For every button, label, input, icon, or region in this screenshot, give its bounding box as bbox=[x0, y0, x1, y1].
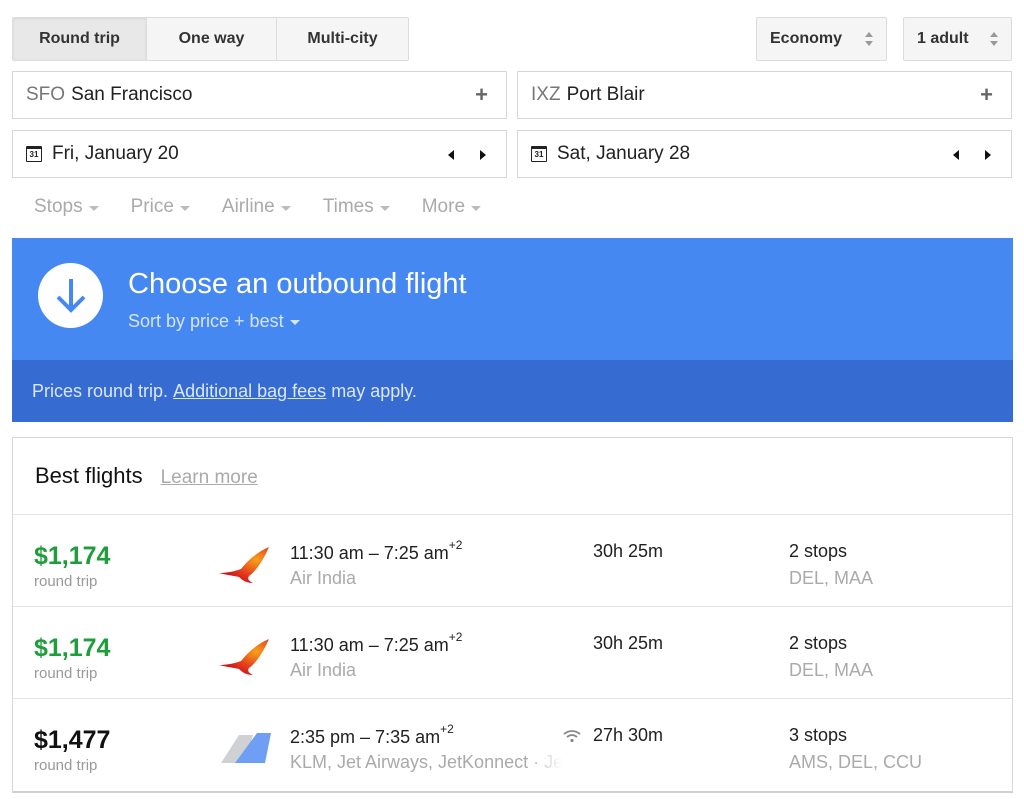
outbound-banner: Choose an outbound flight Sort by price … bbox=[12, 238, 1013, 422]
flight-duration: 30h 25m bbox=[593, 541, 664, 561]
flight-stops: 3 stops bbox=[789, 725, 848, 745]
caret-down-icon bbox=[471, 205, 482, 211]
flight-row[interactable]: $1,174 round trip 11:30 am – 7:25 am+2 A… bbox=[13, 515, 1012, 607]
flight-stops: 2 stops bbox=[789, 633, 848, 653]
day-offset: +2 bbox=[448, 538, 463, 552]
trip-type-multi-city[interactable]: Multi-city bbox=[277, 18, 408, 60]
plus-icon[interactable]: + bbox=[475, 82, 488, 108]
departure-date-value: Fri, January 20 bbox=[52, 143, 179, 164]
price-note-prefix: Prices round trip. bbox=[32, 380, 174, 401]
passengers-value: 1 adult bbox=[917, 30, 969, 47]
trip-type-selector: Round trip One way Multi-city bbox=[12, 17, 409, 61]
caret-down-icon bbox=[179, 205, 190, 211]
stop-airports: DEL, MAA bbox=[789, 660, 874, 680]
airline-overflow: · Je bbox=[528, 752, 564, 772]
caret-down-icon bbox=[88, 205, 99, 211]
destination-city: Port Blair bbox=[566, 84, 645, 105]
flight-price-label: round trip bbox=[34, 573, 98, 590]
day-offset: +2 bbox=[440, 722, 454, 736]
flight-times: 11:30 am – 7:25 am+2 bbox=[290, 630, 463, 656]
filter-label: More bbox=[421, 196, 466, 217]
filter-price[interactable]: Price bbox=[131, 196, 190, 218]
multi-airline-logo-icon bbox=[221, 733, 271, 763]
origin-city: San Francisco bbox=[71, 84, 193, 105]
caret-down-icon bbox=[289, 320, 300, 325]
passengers-select[interactable]: 1 adult bbox=[903, 17, 1012, 61]
filter-bar: Stops Price Airline Times More bbox=[34, 196, 513, 218]
return-date-field[interactable]: 31 Sat, January 28 bbox=[517, 130, 1012, 178]
previous-date-arrow-icon[interactable] bbox=[448, 150, 454, 160]
flight-price: $1,174 bbox=[34, 542, 111, 570]
origin-field[interactable]: SFO San Francisco + bbox=[12, 71, 507, 119]
flight-times: 2:35 pm – 7:35 am+2 bbox=[290, 722, 454, 748]
results-title: Best flights bbox=[35, 463, 143, 488]
airline-name: Air India bbox=[290, 568, 357, 588]
destination-code: IXZ bbox=[531, 84, 561, 105]
wifi-icon bbox=[563, 730, 581, 743]
cabin-class-value: Economy bbox=[770, 30, 843, 47]
times-text: 11:30 am – 7:25 am bbox=[290, 543, 449, 563]
previous-date-arrow-icon[interactable] bbox=[953, 150, 959, 160]
learn-more-link[interactable]: Learn more bbox=[161, 467, 258, 489]
stop-airports: DEL, MAA bbox=[789, 568, 874, 588]
price-note-suffix: may apply. bbox=[326, 380, 417, 401]
air-india-logo-icon bbox=[219, 547, 269, 583]
calendar-icon: 31 bbox=[26, 146, 42, 162]
day-offset: +2 bbox=[448, 630, 463, 644]
banner-title: Choose an outbound flight bbox=[128, 268, 467, 300]
flight-row[interactable]: $1,477 round trip 2:35 pm – 7:35 am+2 KL… bbox=[13, 699, 1012, 791]
filter-times[interactable]: Times bbox=[323, 196, 390, 218]
airline-list: KLM, Jet Airways, JetKonnect bbox=[290, 752, 529, 772]
filter-label: Price bbox=[130, 196, 174, 217]
next-date-arrow-icon[interactable] bbox=[480, 150, 486, 160]
sort-dropdown[interactable]: Sort by price + best bbox=[128, 311, 300, 332]
destination-field[interactable]: IXZ Port Blair + bbox=[517, 71, 1012, 119]
filter-airline[interactable]: Airline bbox=[222, 196, 291, 218]
trip-type-one-way[interactable]: One way bbox=[147, 18, 277, 60]
trip-type-round-trip[interactable]: Round trip bbox=[13, 18, 147, 60]
times-text: 11:30 am – 7:25 am bbox=[290, 635, 449, 655]
flight-duration: 30h 25m bbox=[593, 633, 664, 653]
results-header: Best flights Learn more bbox=[13, 438, 1012, 515]
next-date-arrow-icon[interactable] bbox=[985, 150, 991, 160]
sort-label: Sort by price + best bbox=[128, 311, 284, 331]
flight-row[interactable]: $1,174 round trip 11:30 am – 7:25 am+2 A… bbox=[13, 607, 1012, 699]
bag-fees-link[interactable]: Additional bag fees bbox=[173, 381, 326, 402]
flight-stops: 2 stops bbox=[789, 541, 848, 561]
filter-label: Airline bbox=[221, 196, 275, 217]
filter-stops[interactable]: Stops bbox=[34, 196, 99, 218]
filter-label: Times bbox=[322, 196, 374, 217]
cabin-class-select[interactable]: Economy bbox=[756, 17, 887, 61]
flight-duration: 27h 30m bbox=[593, 725, 664, 745]
calendar-icon: 31 bbox=[531, 146, 547, 162]
flight-price-label: round trip bbox=[34, 757, 98, 774]
return-date-value: Sat, January 28 bbox=[557, 143, 691, 164]
filter-label: Stops bbox=[34, 196, 83, 217]
filter-more[interactable]: More bbox=[421, 196, 482, 218]
flight-price-label: round trip bbox=[34, 665, 98, 682]
arrow-down-circle-icon bbox=[38, 263, 103, 328]
updown-arrows-icon bbox=[990, 32, 998, 46]
origin-code: SFO bbox=[26, 84, 66, 105]
flight-price: $1,477 bbox=[34, 726, 111, 754]
price-note: Prices round trip. Additional bag fees m… bbox=[12, 360, 1013, 422]
caret-down-icon bbox=[379, 205, 390, 211]
banner-header: Choose an outbound flight Sort by price … bbox=[12, 238, 1013, 360]
airline-name: Air India bbox=[290, 660, 357, 680]
times-text: 2:35 pm – 7:35 am bbox=[290, 727, 441, 747]
flight-price: $1,174 bbox=[34, 634, 111, 662]
departure-date-field[interactable]: 31 Fri, January 20 bbox=[12, 130, 507, 178]
air-india-logo-icon bbox=[219, 639, 269, 675]
airline-name: KLM, Jet Airways, JetKonnect · Je bbox=[290, 752, 596, 773]
plus-icon[interactable]: + bbox=[980, 82, 993, 108]
updown-arrows-icon bbox=[865, 32, 873, 46]
caret-down-icon bbox=[280, 205, 291, 211]
best-flights-panel: Best flights Learn more $1,174 round tri… bbox=[12, 437, 1013, 793]
stop-airports: AMS, DEL, CCU bbox=[789, 752, 923, 772]
flight-times: 11:30 am – 7:25 am+2 bbox=[290, 538, 463, 564]
